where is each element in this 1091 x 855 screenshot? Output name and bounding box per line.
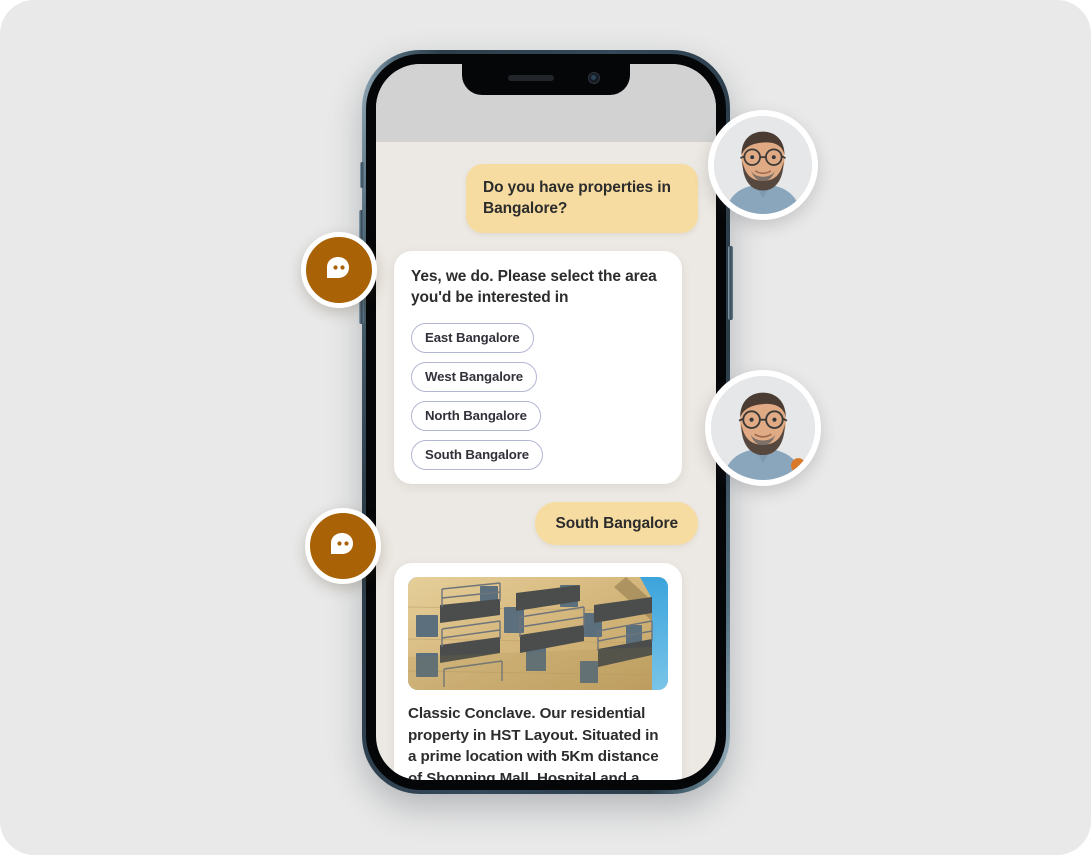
front-camera-icon xyxy=(588,72,600,84)
phone-mockup: Do you have properties in Bangalore? Yes… xyxy=(359,50,733,794)
chat-bubble-icon xyxy=(327,257,349,278)
phone-notch xyxy=(462,64,630,95)
avatar-portrait xyxy=(711,376,815,480)
apartment-building-image xyxy=(408,576,668,690)
quick-reply-west-bangalore[interactable]: West Bangalore xyxy=(411,361,538,392)
chat-thread: Do you have properties in Bangalore? Yes… xyxy=(376,142,716,780)
user-message-bubble: Do you have properties in Bangalore? xyxy=(466,164,698,233)
message-row-user-1: Do you have properties in Bangalore? xyxy=(394,164,698,233)
message-row-user-2: South Bangalore xyxy=(394,501,698,545)
chat-bubble-icon xyxy=(331,533,353,554)
power-button[interactable] xyxy=(728,246,733,320)
user-selection-bubble: South Bangalore xyxy=(535,501,698,545)
quick-reply-south-bangalore[interactable]: South Bangalore xyxy=(411,439,544,470)
quick-reply-options: East Bangalore West Bangalore North Bang… xyxy=(411,322,665,470)
user-avatar-2 xyxy=(705,370,821,486)
bot-chat-badge-2[interactable] xyxy=(305,508,381,584)
message-row-bot-2: Classic Conclave. Our residential proper… xyxy=(394,562,698,780)
bot-chat-badge-1[interactable] xyxy=(301,232,377,308)
avatar-portrait xyxy=(714,116,812,214)
property-card-caption: Classic Conclave. Our residential proper… xyxy=(408,704,659,780)
mute-switch[interactable] xyxy=(360,162,364,188)
quick-reply-north-bangalore[interactable]: North Bangalore xyxy=(411,400,541,431)
screenshot-root: Do you have properties in Bangalore? Yes… xyxy=(0,0,1091,855)
property-photo xyxy=(408,576,668,690)
bot-message-text: Yes, we do. Please select the area you'd… xyxy=(411,267,657,306)
user-avatar-1 xyxy=(708,110,818,220)
message-row-bot-1: Yes, we do. Please select the area you'd… xyxy=(394,250,698,484)
property-card[interactable]: Classic Conclave. Our residential proper… xyxy=(394,562,682,780)
quick-reply-east-bangalore[interactable]: East Bangalore xyxy=(411,322,534,353)
bot-message-bubble: Yes, we do. Please select the area you'd… xyxy=(394,250,682,484)
phone-screen: Do you have properties in Bangalore? Yes… xyxy=(376,64,716,780)
earpiece-speaker-icon xyxy=(508,75,554,81)
